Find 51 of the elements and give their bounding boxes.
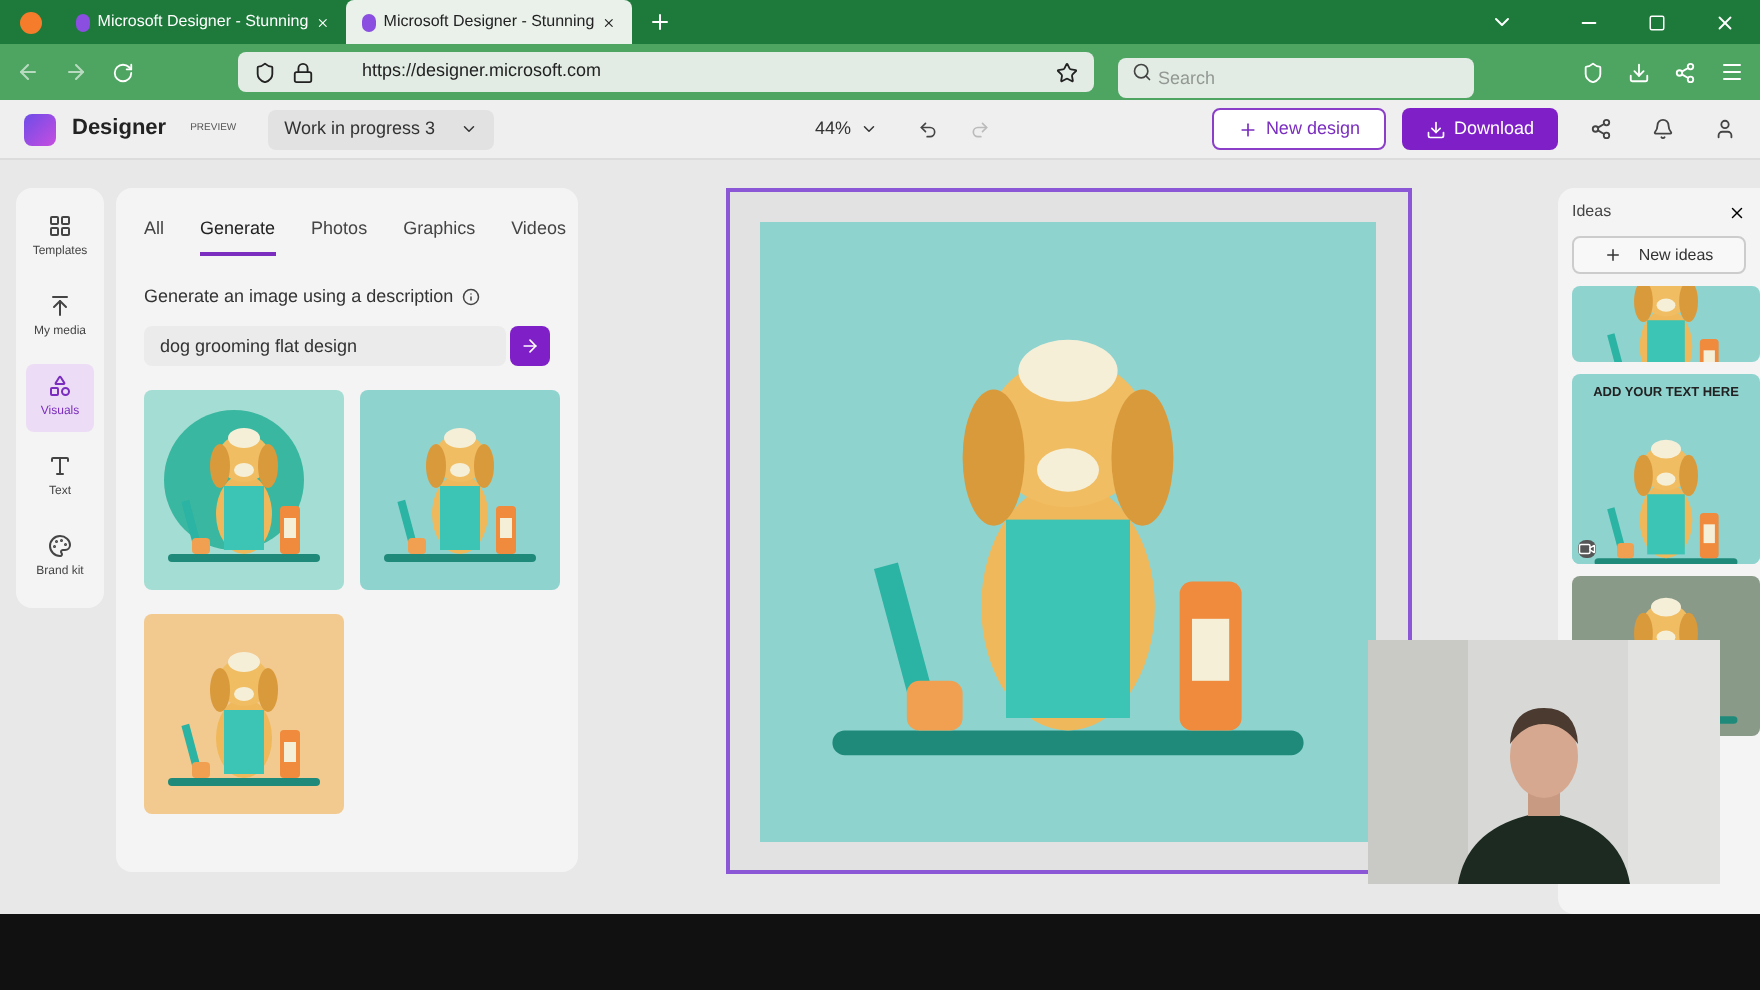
panel-tab[interactable]: Videos xyxy=(511,216,566,255)
search-icon xyxy=(1132,62,1152,82)
arrow-icon xyxy=(520,336,540,356)
palette-icon xyxy=(48,534,72,558)
menu-icon[interactable] xyxy=(1720,60,1744,84)
browser-tab[interactable]: Microsoft Designer - Stunning xyxy=(346,0,632,44)
info-icon[interactable] xyxy=(461,287,480,306)
address-field[interactable]: https://designer.microsoft.com xyxy=(238,52,1094,92)
prompt-label: Generate an image using a description xyxy=(144,283,454,310)
zoom-dropdown[interactable]: 44% xyxy=(815,115,878,143)
undo-icon[interactable] xyxy=(917,119,938,139)
site-logo-icon xyxy=(362,13,376,31)
close-icon[interactable] xyxy=(1728,203,1746,221)
bell-icon[interactable] xyxy=(1652,118,1674,140)
generate-button[interactable] xyxy=(510,326,550,366)
reload-icon[interactable] xyxy=(112,61,134,83)
upload-icon xyxy=(48,294,72,318)
panel-tab[interactable]: Photos xyxy=(311,216,368,255)
search-field[interactable]: Search xyxy=(1118,58,1474,98)
app-name: Designer xyxy=(72,114,167,145)
plus-icon xyxy=(1237,119,1258,139)
close-icon[interactable] xyxy=(602,13,616,31)
new-design-button[interactable]: New design xyxy=(1211,108,1386,150)
new-ideas-button[interactable]: New ideas xyxy=(1572,236,1746,274)
ideas-title: Ideas xyxy=(1572,200,1612,224)
download-icon xyxy=(1425,119,1446,139)
project-dropdown[interactable]: Work in progress 3 xyxy=(268,109,494,149)
video-icon xyxy=(1578,540,1596,558)
maximize-icon[interactable] xyxy=(1648,13,1666,31)
new-tab-icon[interactable] xyxy=(648,10,672,34)
plus-icon xyxy=(1604,246,1623,264)
text-icon xyxy=(48,454,72,478)
bookmark-icon[interactable] xyxy=(1056,61,1078,83)
share-icon[interactable] xyxy=(1590,118,1612,140)
designer-logo-icon xyxy=(24,113,56,145)
download-button[interactable]: Download xyxy=(1401,108,1558,150)
shield-icon xyxy=(254,61,276,83)
account-icon[interactable] xyxy=(1714,118,1736,140)
browser-tab[interactable]: Microsoft Designer - Stunning xyxy=(60,0,346,44)
chevron-icon xyxy=(459,120,478,138)
panel-tab[interactable]: All xyxy=(144,216,165,255)
panel-tab[interactable]: Graphics xyxy=(403,216,476,255)
shapes-icon xyxy=(48,374,72,398)
prompt-field[interactable]: dog grooming flat design xyxy=(144,326,506,366)
grid-icon xyxy=(48,214,72,238)
chevron-icon xyxy=(859,120,878,138)
lock-icon xyxy=(292,61,314,83)
browser-logo-icon xyxy=(19,11,41,33)
panel-tab[interactable]: Generate xyxy=(200,216,276,255)
downloads-icon[interactable] xyxy=(1628,61,1650,83)
site-logo-icon xyxy=(76,13,90,31)
